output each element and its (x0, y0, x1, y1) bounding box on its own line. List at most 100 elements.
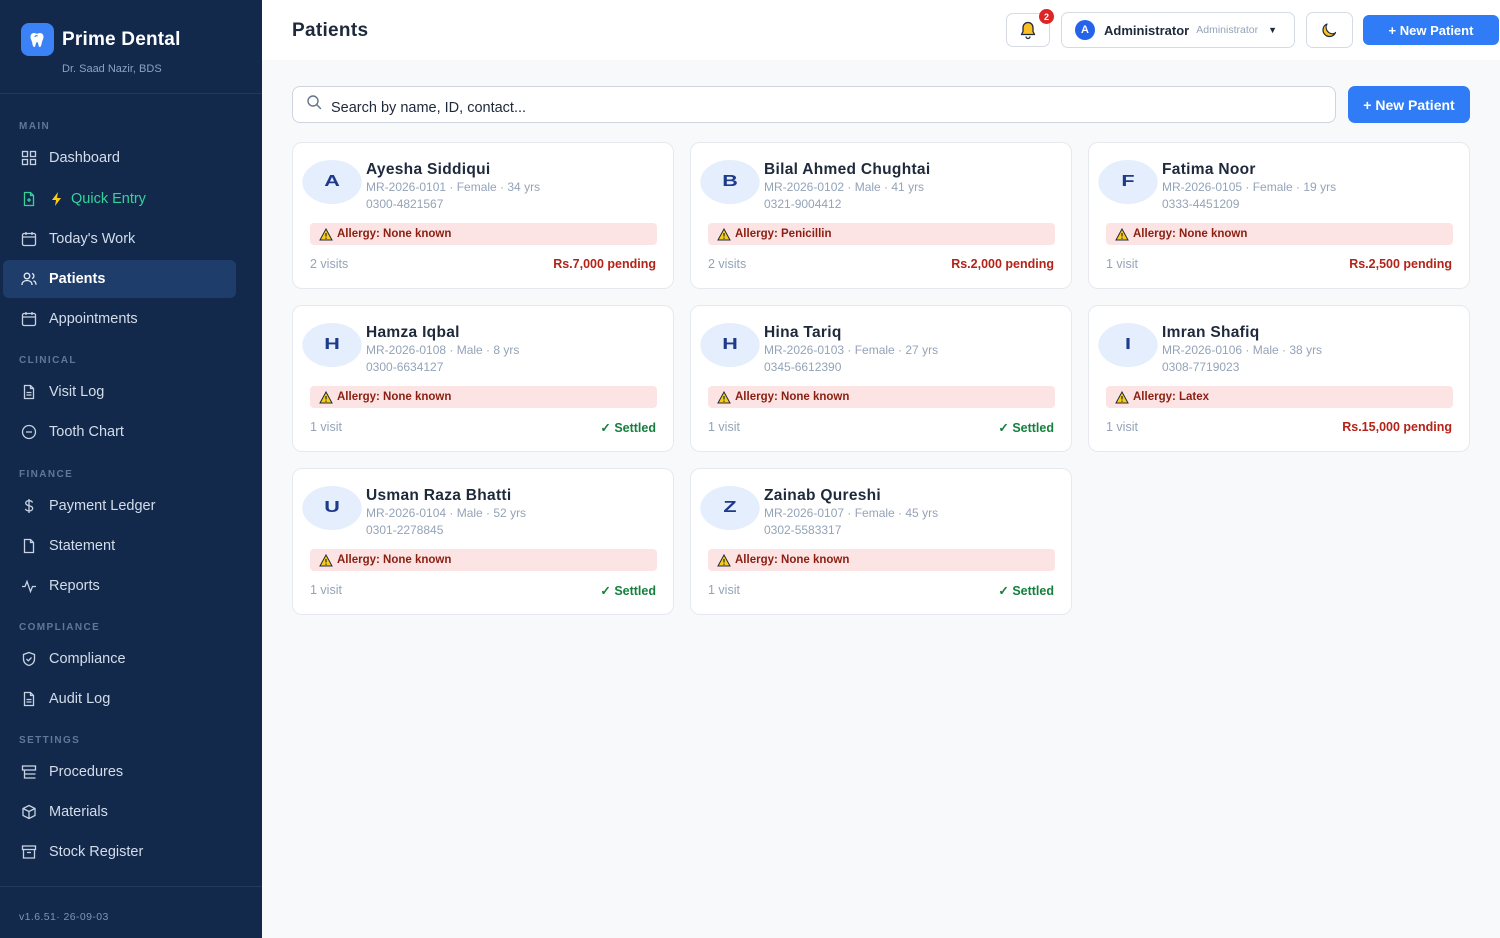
new-patient-button-header[interactable]: + New Patient (1363, 15, 1499, 45)
patient-name: Hamza Iqbal (366, 324, 460, 341)
patient-card[interactable]: Z Zainab Qureshi MR-2026-0107 · Female ·… (690, 468, 1072, 615)
users-icon (21, 271, 37, 287)
section-label-finance: FINANCE (19, 469, 74, 480)
balance-status: Rs.7,000 pending (553, 257, 656, 271)
patient-card[interactable]: A Ayesha Siddiqui MR-2026-0101 · Female … (292, 142, 674, 289)
search-input[interactable] (331, 99, 1231, 116)
sidebar-item-audit-log[interactable]: Audit Log (3, 680, 236, 718)
patient-meta: MR-2026-0108 · Male · 8 yrs (366, 343, 520, 357)
patient-avatar: H (302, 323, 362, 367)
sidebar-item-dashboard[interactable]: Dashboard (3, 139, 236, 177)
sidebar-item-visit-log[interactable]: Visit Log (3, 373, 236, 411)
visit-count: 1 visit (1106, 420, 1138, 434)
sidebar-item-label: Materials (49, 804, 108, 820)
sidebar-item-appointments[interactable]: Appointments (3, 300, 236, 338)
patient-phone: 0300-4821567 (366, 197, 444, 211)
patient-name: Usman Raza Bhatti (366, 487, 512, 504)
patient-avatar: U (302, 486, 362, 530)
app-name: Prime Dental (62, 29, 181, 50)
patient-card[interactable]: I Imran Shafiq MR-2026-0106 · Male · 38 … (1088, 305, 1470, 452)
balance-status: ✓ Settled (600, 421, 656, 435)
document-icon (21, 538, 37, 554)
caret-down-icon: ▼ (1268, 25, 1278, 35)
sidebar-item-label: Reports (49, 578, 100, 594)
sidebar-item-materials[interactable]: Materials (3, 793, 236, 831)
version-label: v1.6.51· 26-09-03 (19, 911, 109, 923)
allergy-badge: Allergy: None known (708, 386, 1055, 408)
patient-name: Ayesha Siddiqui (366, 161, 491, 178)
archive-icon (21, 844, 37, 860)
sidebar-item-patients[interactable]: Patients (3, 260, 236, 298)
patient-meta: MR-2026-0105 · Female · 19 yrs (1162, 180, 1337, 194)
bell-icon (1020, 21, 1036, 40)
patient-avatar: F (1098, 160, 1158, 204)
box-icon (21, 804, 37, 820)
sidebar-item-label: Stock Register (49, 844, 144, 860)
sidebar-item-label: Patients (49, 271, 106, 287)
dollar-icon (21, 498, 37, 514)
patient-avatar: H (700, 323, 760, 367)
patient-meta: MR-2026-0103 · Female · 27 yrs (764, 343, 939, 357)
sidebar-item-label: Tooth Chart (49, 424, 124, 440)
warning-icon (717, 227, 731, 240)
patient-meta: MR-2026-0102 · Male · 41 yrs (764, 180, 925, 194)
theme-toggle-button[interactable] (1306, 12, 1353, 48)
calendar-icon (21, 231, 37, 247)
patient-meta: MR-2026-0101 · Female · 34 yrs (366, 180, 541, 194)
patient-phone: 0301-2278845 (366, 523, 444, 537)
user-menu-button[interactable]: A Administrator Administrator ▼ (1061, 12, 1295, 48)
visit-count: 1 visit (708, 583, 740, 597)
sidebar-item-statement[interactable]: Statement (3, 527, 236, 565)
sidebar-item-compliance[interactable]: Compliance (3, 640, 236, 678)
warning-icon (717, 390, 731, 403)
section-label-compliance: COMPLIANCE (19, 622, 101, 633)
sidebar-item-reports[interactable]: Reports (3, 567, 236, 605)
sidebar-item-quick-entry[interactable]: Quick Entry (3, 180, 236, 218)
patient-card[interactable]: H Hina Tariq MR-2026-0103 · Female · 27 … (690, 305, 1072, 452)
sidebar-item-label: Appointments (49, 311, 138, 327)
patient-card[interactable]: F Fatima Noor MR-2026-0105 · Female · 19… (1088, 142, 1470, 289)
allergy-badge: Allergy: Penicillin (708, 223, 1055, 245)
notification-badge: 2 (1039, 9, 1054, 24)
sidebar-item-label: Visit Log (49, 384, 105, 400)
allergy-text: Allergy: Penicillin (735, 228, 832, 240)
balance-status: Rs.2,000 pending (951, 257, 1054, 271)
patient-card[interactable]: B Bilal Ahmed Chughtai MR-2026-0102 · Ma… (690, 142, 1072, 289)
sidebar-item-tooth-chart[interactable]: Tooth Chart (3, 413, 236, 451)
sidebar-item-label: Payment Ledger (49, 498, 156, 514)
patient-avatar: B (700, 160, 760, 204)
circle-icon (21, 424, 37, 440)
grid-icon (21, 150, 37, 166)
brand: Prime Dental Dr. Saad Nazir, BDS (0, 0, 262, 94)
visit-count: 2 visits (708, 257, 747, 271)
activity-icon (21, 578, 37, 594)
patient-name: Fatima Noor (1162, 161, 1256, 178)
patient-name: Bilal Ahmed Chughtai (764, 161, 931, 178)
visit-count: 1 visit (1106, 257, 1138, 271)
sidebar-item-todays-work[interactable]: Today's Work (3, 220, 236, 258)
search-bar[interactable] (292, 86, 1336, 123)
allergy-text: Allergy: None known (1133, 228, 1248, 240)
section-label-main: MAIN (19, 121, 51, 132)
patient-avatar: I (1098, 323, 1158, 367)
visit-count: 1 visit (310, 420, 342, 434)
visit-count: 1 visit (708, 420, 740, 434)
doctor-name: Dr. Saad Nazir, BDS (62, 63, 162, 75)
new-patient-button[interactable]: + New Patient (1348, 86, 1470, 123)
notifications-button[interactable]: 2 (1006, 9, 1054, 47)
patient-phone: 0308-7719023 (1162, 360, 1240, 374)
patient-meta: MR-2026-0104 · Male · 52 yrs (366, 506, 527, 520)
visit-count: 1 visit (310, 583, 342, 597)
sidebar-item-procedures[interactable]: Procedures (3, 753, 236, 791)
sidebar-item-payment-ledger[interactable]: Payment Ledger (3, 487, 236, 525)
balance-status: Rs.15,000 pending (1342, 420, 1452, 434)
sidebar-item-label: Compliance (49, 651, 126, 667)
patient-card[interactable]: H Hamza Iqbal MR-2026-0108 · Male · 8 yr… (292, 305, 674, 452)
patient-card[interactable]: U Usman Raza Bhatti MR-2026-0104 · Male … (292, 468, 674, 615)
sidebar-item-stock-register[interactable]: Stock Register (3, 833, 236, 871)
patient-name: Zainab Qureshi (764, 487, 882, 504)
page-title: Patients (292, 20, 369, 41)
patient-meta: MR-2026-0107 · Female · 45 yrs (764, 506, 939, 520)
patient-phone: 0321-9004412 (764, 197, 842, 211)
sidebar-item-label: Dashboard (49, 150, 120, 166)
